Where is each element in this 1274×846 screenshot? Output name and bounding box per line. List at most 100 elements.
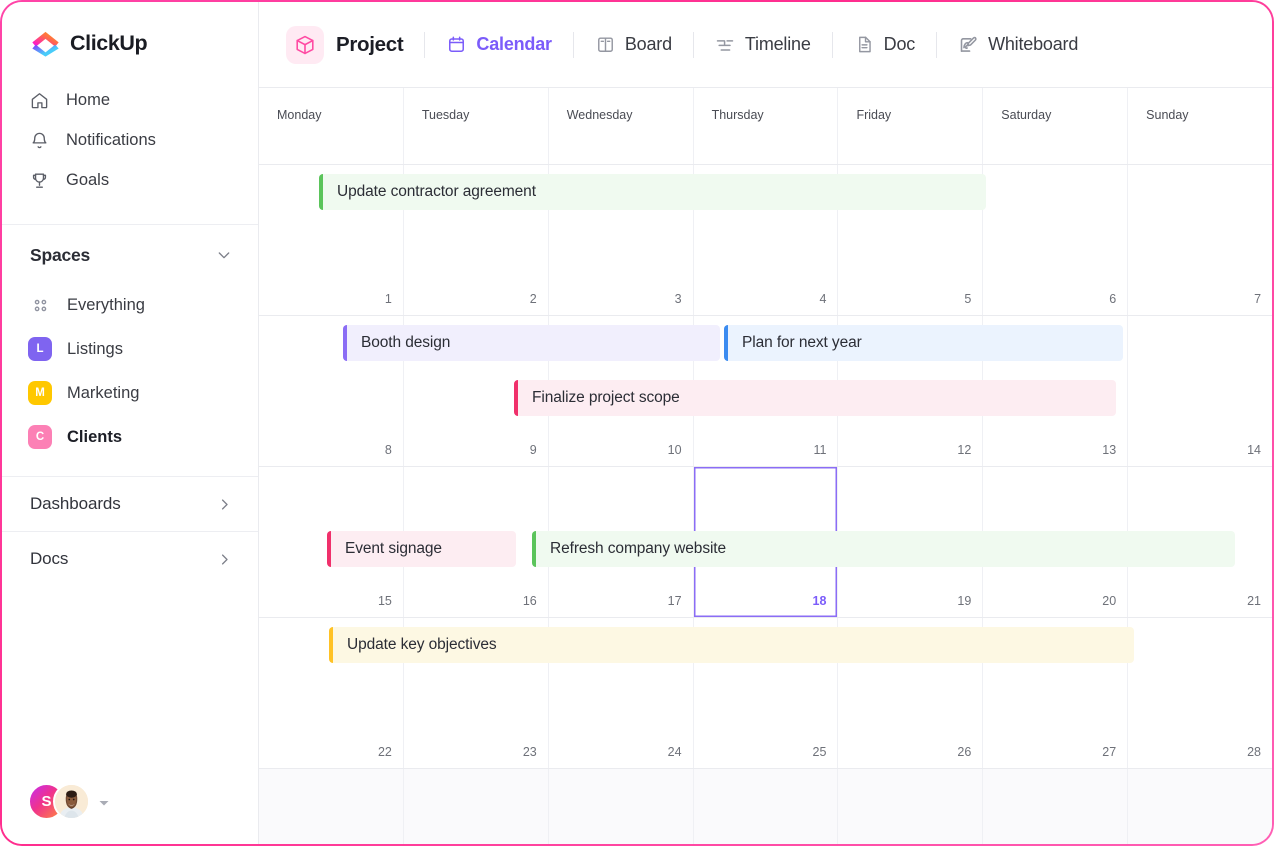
calendar-day-number: 2 bbox=[530, 292, 537, 306]
calendar-day-cell[interactable]: 3 bbox=[982, 769, 1127, 844]
sidebar-item-docs[interactable]: Docs bbox=[2, 532, 258, 586]
chevron-down-icon[interactable] bbox=[216, 247, 232, 263]
calendar-day-number: 7 bbox=[1254, 292, 1261, 306]
calendar-day-cell[interactable]: 31 bbox=[548, 769, 693, 844]
sidebar-item-goals[interactable]: Goals bbox=[2, 160, 258, 200]
calendar-week-row: 1234567Update contractor agreement bbox=[259, 165, 1272, 316]
project-title[interactable]: Project bbox=[286, 26, 403, 64]
clickup-logo-text: ClickUp bbox=[70, 31, 147, 56]
calendar-day-number: 18 bbox=[813, 594, 827, 608]
user-avatar-cluster[interactable]: S bbox=[28, 783, 110, 820]
tab-whiteboard[interactable]: Whiteboard bbox=[958, 34, 1078, 55]
calendar-event[interactable]: Booth design bbox=[343, 325, 720, 361]
calendar-day-number: 11 bbox=[813, 443, 826, 457]
calendar-event[interactable]: Finalize project scope bbox=[514, 380, 1116, 416]
calendar-event-title: Event signage bbox=[331, 540, 442, 558]
space-avatar-marketing-initial: M bbox=[35, 387, 45, 399]
sidebar-item-marketing[interactable]: M Marketing bbox=[2, 371, 258, 415]
tab-doc[interactable]: Doc bbox=[854, 34, 915, 55]
sidebar-item-clients-label: Clients bbox=[67, 428, 122, 447]
avatar-teammate[interactable] bbox=[53, 783, 90, 820]
calendar-event-title: Booth design bbox=[347, 334, 450, 352]
sidebar-item-notifications[interactable]: Notifications bbox=[2, 120, 258, 160]
calendar-event-title: Plan for next year bbox=[728, 334, 862, 352]
home-icon bbox=[29, 90, 49, 110]
doc-icon bbox=[854, 34, 875, 55]
spaces-list: Everything L Listings M Marketing C Clie… bbox=[2, 283, 258, 459]
calendar-event[interactable]: Plan for next year bbox=[724, 325, 1123, 361]
calendar-day-name-saturday: Saturday bbox=[982, 88, 1127, 164]
calendar-week-row: 891011121314Booth designPlan for next ye… bbox=[259, 316, 1272, 467]
space-avatar-listings-initial: L bbox=[36, 343, 43, 355]
calendar-day-cell[interactable]: 28 bbox=[1127, 618, 1272, 768]
calendar-day-cell[interactable]: 6 bbox=[982, 165, 1127, 315]
calendar-day-name-wednesday: Wednesday bbox=[548, 88, 693, 164]
calendar-day-number: 17 bbox=[668, 594, 682, 608]
calendar-day-cell[interactable]: 2 bbox=[837, 769, 982, 844]
tab-calendar-label: Calendar bbox=[476, 34, 551, 55]
sidebar-item-marketing-label: Marketing bbox=[67, 384, 139, 403]
avatar-initial: S bbox=[41, 793, 51, 810]
calendar-event[interactable]: Update key objectives bbox=[329, 627, 1134, 663]
calendar-event[interactable]: Event signage bbox=[327, 531, 516, 567]
tab-timeline[interactable]: Timeline bbox=[715, 34, 811, 55]
avatar-photo-icon bbox=[55, 783, 88, 820]
calendar-day-number: 23 bbox=[523, 745, 537, 759]
calendar-event-title: Update key objectives bbox=[333, 636, 497, 654]
calendar-day-number: 12 bbox=[957, 443, 971, 457]
tab-board[interactable]: Board bbox=[595, 34, 672, 55]
clickup-logo[interactable]: ClickUp bbox=[30, 28, 147, 59]
calendar-day-header: MondayTuesdayWednesdayThursdayFridaySatu… bbox=[259, 87, 1272, 165]
calendar-day-number: 13 bbox=[1102, 443, 1116, 457]
calendar-day-number: 28 bbox=[1247, 745, 1261, 759]
calendar-day-number: 9 bbox=[530, 443, 537, 457]
tab-calendar[interactable]: Calendar bbox=[446, 34, 551, 55]
calendar-day-number: 16 bbox=[523, 594, 537, 608]
calendar-day-number: 24 bbox=[668, 745, 682, 759]
calendar-day-cell[interactable]: 14 bbox=[1127, 316, 1272, 466]
calendar-day-cell[interactable]: 7 bbox=[1127, 165, 1272, 315]
calendar-event[interactable]: Refresh company website bbox=[532, 531, 1235, 567]
calendar-day-name-monday: Monday bbox=[259, 88, 403, 164]
calendar-day-name-thursday: Thursday bbox=[693, 88, 838, 164]
chevron-right-icon[interactable] bbox=[217, 552, 232, 567]
cube-icon bbox=[286, 26, 324, 64]
calendar-day-cell[interactable]: 29 bbox=[259, 769, 403, 844]
bell-icon bbox=[29, 130, 49, 150]
calendar-day-cell[interactable]: 1 bbox=[693, 769, 838, 844]
calendar-day-cell[interactable]: 4 bbox=[1127, 769, 1272, 844]
board-icon bbox=[595, 34, 616, 55]
sidebar-item-listings[interactable]: L Listings bbox=[2, 327, 258, 371]
sidebar-item-home[interactable]: Home bbox=[2, 80, 258, 120]
sidebar-nav: Home Notifications bbox=[2, 80, 258, 200]
space-avatar-marketing: M bbox=[28, 381, 52, 405]
sidebar-item-everything[interactable]: Everything bbox=[2, 283, 258, 327]
calendar-day-number: 25 bbox=[813, 745, 827, 759]
grid-dots-icon bbox=[28, 293, 52, 317]
calendar-event[interactable]: Update contractor agreement bbox=[319, 174, 986, 210]
calendar-day-number: 15 bbox=[378, 594, 392, 608]
timeline-icon bbox=[715, 34, 736, 55]
spaces-section-header[interactable]: Spaces bbox=[2, 238, 258, 272]
calendar-week-rows: 1234567Update contractor agreement891011… bbox=[259, 165, 1272, 844]
sidebar-item-listings-label: Listings bbox=[67, 340, 123, 359]
trophy-icon bbox=[29, 170, 49, 190]
calendar-day-name-sunday: Sunday bbox=[1127, 88, 1272, 164]
spaces-section-label: Spaces bbox=[30, 245, 216, 266]
header-divider bbox=[573, 32, 574, 58]
whiteboard-icon bbox=[958, 34, 979, 55]
chevron-right-icon[interactable] bbox=[217, 497, 232, 512]
calendar-week-row: 2930311234 bbox=[259, 769, 1272, 844]
page-frame: ClickUp Home Notifications bbox=[0, 0, 1274, 846]
sidebar-item-dashboards[interactable]: Dashboards bbox=[2, 477, 258, 531]
calendar-view: MondayTuesdayWednesdayThursdayFridaySatu… bbox=[259, 87, 1272, 844]
calendar-event-title: Finalize project scope bbox=[518, 389, 680, 407]
calendar-day-cell[interactable]: 30 bbox=[403, 769, 548, 844]
calendar-day-number: 22 bbox=[378, 745, 392, 759]
tab-whiteboard-label: Whiteboard bbox=[988, 34, 1078, 55]
sidebar: ClickUp Home Notifications bbox=[2, 2, 259, 844]
caret-down-icon[interactable] bbox=[98, 796, 110, 808]
sidebar-item-clients[interactable]: C Clients bbox=[2, 415, 258, 459]
header-divider bbox=[693, 32, 694, 58]
calendar-day-number: 20 bbox=[1102, 594, 1116, 608]
